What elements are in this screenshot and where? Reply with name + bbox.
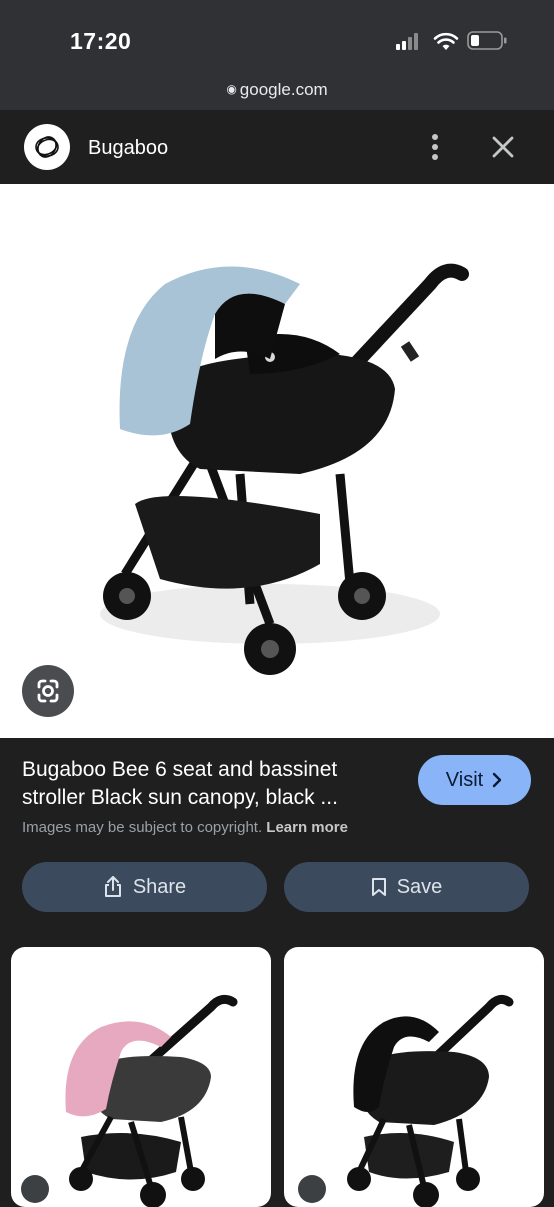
status-time: 17:20 — [70, 28, 132, 54]
wheel-front-right — [244, 623, 296, 675]
copyright-text: Images may be subject to copyright. — [22, 819, 263, 836]
share-button[interactable]: Share — [22, 862, 267, 912]
bookmark-icon — [371, 878, 386, 896]
related-image-black-stroller[interactable] — [284, 947, 544, 1207]
learn-more-link[interactable]: Learn more — [266, 819, 348, 836]
site-name[interactable]: Bugaboo — [88, 137, 168, 160]
status-icons — [396, 31, 507, 50]
tag-icon — [21, 1175, 49, 1203]
battery-icon — [467, 31, 507, 50]
stroller-image — [100, 263, 469, 675]
url-text: google.com — [239, 80, 328, 99]
status-bar: 17:20 ◉ google.com — [0, 0, 554, 110]
url-bar[interactable]: ◉ google.com — [0, 80, 554, 100]
more-vert-icon[interactable] — [423, 130, 447, 164]
share-icon — [104, 876, 121, 897]
save-button[interactable]: Save — [284, 862, 529, 912]
google-lens-icon — [37, 679, 59, 703]
visit-button[interactable]: Visit — [418, 755, 531, 805]
stroller-thumbnail — [347, 994, 514, 1207]
google-lens-button[interactable] — [22, 665, 74, 717]
site-logo[interactable] — [24, 124, 70, 170]
save-label: Save — [396, 875, 443, 898]
image-viewer-header: Bugaboo — [0, 110, 554, 184]
copyright-notice: Images may be subject to copyright. Lear… — [22, 819, 348, 836]
result-title[interactable]: Bugaboo Bee 6 seat and bassinet stroller… — [22, 756, 402, 812]
wheel-rear — [338, 572, 386, 620]
wheel-front-left — [103, 572, 151, 620]
chevron-right-icon — [493, 772, 502, 788]
related-image-pink-stroller[interactable] — [11, 947, 271, 1207]
share-label: Share — [132, 875, 187, 898]
lock-icon: ◉ — [226, 82, 237, 96]
wifi-icon — [433, 32, 459, 50]
bugaboo-logo-icon — [35, 136, 59, 158]
visit-label: Visit — [445, 768, 484, 791]
main-product-image[interactable] — [0, 184, 554, 738]
stroller-thumbnail — [65, 994, 238, 1207]
signal-icon — [396, 33, 418, 50]
chevron-down-icon — [298, 1175, 326, 1203]
close-icon[interactable] — [486, 130, 520, 164]
